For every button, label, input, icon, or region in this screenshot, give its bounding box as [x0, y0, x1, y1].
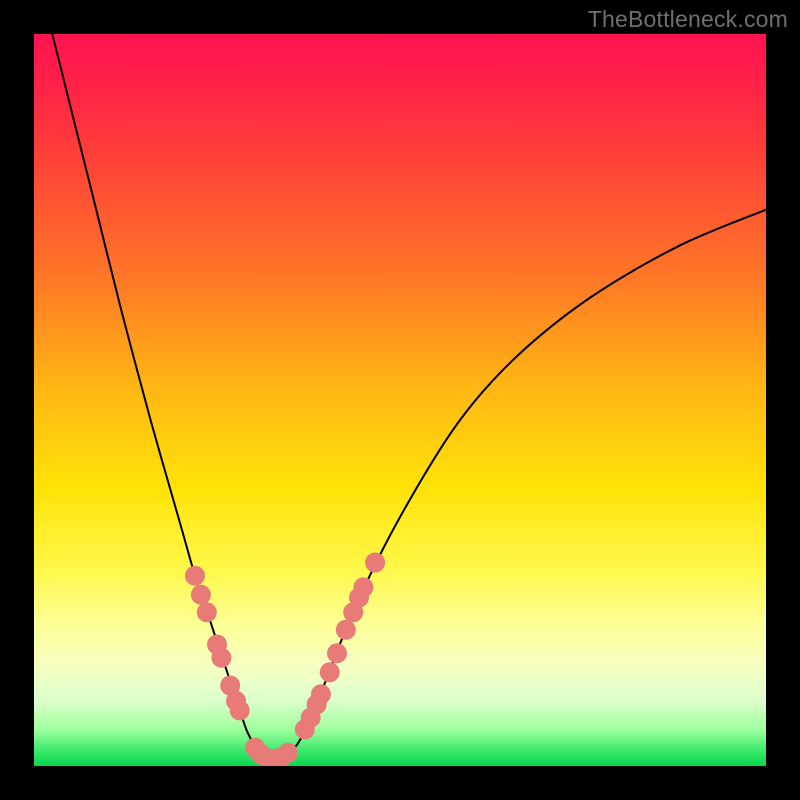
data-marker	[353, 577, 373, 597]
watermark-text: TheBottleneck.com	[588, 6, 788, 33]
bottleneck-curve	[34, 34, 766, 759]
chart-frame: TheBottleneck.com	[0, 0, 800, 800]
data-marker	[191, 585, 211, 605]
data-marker	[365, 553, 385, 573]
chart-svg	[34, 34, 766, 766]
data-marker	[230, 700, 250, 720]
data-marker	[278, 743, 298, 763]
data-marker	[320, 662, 340, 682]
data-markers	[185, 553, 385, 767]
plot-area	[34, 34, 766, 766]
data-marker	[336, 620, 356, 640]
data-marker	[211, 648, 231, 668]
data-marker	[311, 684, 331, 704]
data-marker	[197, 602, 217, 622]
data-marker	[185, 566, 205, 586]
data-marker	[327, 643, 347, 663]
